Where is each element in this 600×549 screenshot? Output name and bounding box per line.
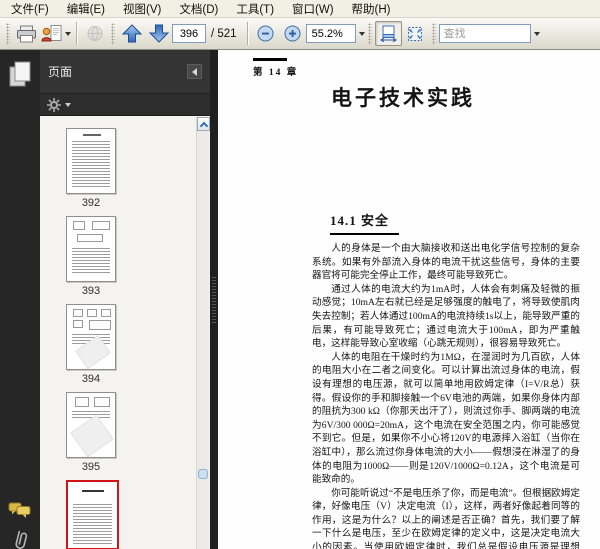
thumbnail-page-394[interactable]: 394	[66, 304, 120, 388]
print-button[interactable]	[13, 21, 40, 46]
menu-document[interactable]: 文档(D)	[170, 0, 227, 19]
page-number-input[interactable]	[172, 24, 206, 43]
menu-help[interactable]: 帮助(H)	[343, 0, 400, 19]
thumbnail-page-396-selected[interactable]	[66, 480, 120, 549]
menu-window[interactable]: 窗口(W)	[283, 0, 343, 19]
body-text-column: 人的身体是一个由大脑接收和送出电化学信号控制的复杂系统。如果有外部流入身体的电流…	[312, 242, 580, 549]
zoom-level-input[interactable]	[305, 24, 356, 43]
thumbnail-label: 394	[81, 373, 101, 385]
page-thumbnails-list: 392 393 394 395	[40, 116, 210, 549]
thumbnail-page-395[interactable]: 395	[66, 392, 120, 476]
speech-bubbles-icon	[8, 502, 31, 518]
chapter-block: 第 14 章	[253, 58, 298, 78]
navigation-tab-strip	[0, 50, 40, 549]
paperclip-icon	[15, 530, 28, 549]
thumbnail-page-393[interactable]: 393	[66, 216, 120, 300]
review-button-disabled	[81, 21, 108, 46]
paragraph: 通过人体的电流大约为1mA时，人体会有刺痛及轻微的振动感觉；10mA左右就已经是…	[312, 283, 580, 350]
thumbnail-image[interactable]	[66, 216, 116, 282]
panel-splitter[interactable]	[210, 50, 218, 549]
search-input[interactable]	[438, 24, 531, 43]
toolbar-separator	[246, 22, 248, 45]
menu-bar: 文件(F) 编辑(E) 视图(V) 文档(D) 工具(T) 窗口(W) 帮助(H…	[0, 0, 600, 18]
scroll-up-button[interactable]	[197, 117, 210, 131]
toolbar-grip[interactable]	[367, 22, 372, 45]
section-heading: 14.1 安全	[330, 210, 400, 235]
thumbnail-label: 395	[81, 461, 101, 473]
menu-view[interactable]: 视图(V)	[114, 0, 170, 19]
pages-panel: 页面 392 393 394 395	[40, 50, 210, 549]
workspace: 页面 392 393 394 395 第 14 章 电子技术实践 14.1 安全…	[0, 50, 600, 549]
toolbar-grip[interactable]	[111, 22, 115, 45]
scroll-mode-button[interactable]	[374, 21, 402, 46]
send-person-page-icon	[41, 25, 62, 42]
document-page: 第 14 章 电子技术实践 14.1 安全 人的身体是一个由大脑接收和送出电化学…	[218, 50, 600, 549]
zoom-out-button[interactable]	[252, 21, 279, 46]
minus-circle-icon	[257, 25, 274, 42]
pages-panel-header: 页面	[40, 50, 210, 94]
thumbnail-image[interactable]	[66, 304, 116, 370]
pdf-reader-window: 文件(F) 编辑(E) 视图(V) 文档(D) 工具(T) 窗口(W) 帮助(H…	[0, 0, 600, 549]
zoom-in-button[interactable]	[279, 21, 306, 46]
stacked-pages-icon	[9, 61, 31, 87]
thumbnails-scrollbar[interactable]	[196, 117, 210, 549]
thumbnail-label: 392	[81, 197, 101, 209]
splitter-grip-icon	[212, 276, 216, 323]
send-collaborate-button[interactable]	[40, 21, 72, 46]
comments-panel-tab[interactable]	[8, 502, 32, 525]
zoom-dropdown-caret[interactable]	[358, 31, 365, 36]
thumbnail-image[interactable]	[66, 128, 116, 194]
attachments-panel-tab[interactable]	[11, 530, 29, 549]
menu-file[interactable]: 文件(F)	[2, 0, 58, 19]
menu-tools[interactable]: 工具(T)	[227, 0, 283, 19]
scrollbar-thumb[interactable]	[198, 469, 208, 479]
fit-page-button[interactable]	[402, 21, 429, 46]
toolbar: / 521	[0, 18, 600, 50]
toolbar-separator	[76, 22, 77, 45]
collapse-panel-button[interactable]	[187, 64, 202, 79]
chapter-title: 电子技术实践	[331, 86, 475, 110]
pages-panel-toolbar	[40, 94, 210, 116]
toolbar-grip[interactable]	[6, 22, 10, 45]
globe-icon	[87, 26, 102, 41]
paragraph: 人体的电阻在干燥时约为1MΩ，在湿润时为几百欧，人体的电阻大小在二者之间变化。可…	[312, 351, 580, 486]
dashed-box-arrows-icon	[408, 26, 423, 41]
pages-panel-tab[interactable]	[8, 60, 33, 93]
chapter-rule	[253, 58, 287, 61]
send-dropdown-caret[interactable]	[65, 31, 71, 36]
paragraph: 人的身体是一个由大脑接收和送出电化学信号控制的复杂系统。如果有外部流入身体的电流…	[312, 243, 580, 282]
page-with-arrows-icon	[379, 25, 397, 42]
options-dropdown-caret[interactable]	[65, 102, 71, 107]
thumbnail-image-selected[interactable]	[66, 480, 119, 549]
toolbar-grip[interactable]	[431, 22, 436, 45]
left-triangle-icon	[192, 67, 197, 76]
chevron-up-icon	[199, 121, 208, 130]
thumbnail-page-392[interactable]: 392	[66, 128, 120, 212]
previous-page-button[interactable]	[118, 21, 145, 46]
printer-icon	[17, 25, 36, 42]
page-total-label: / 521	[211, 27, 237, 40]
arrow-up-icon	[121, 24, 142, 43]
search-dropdown-caret[interactable]	[533, 31, 540, 36]
pages-panel-title: 页面	[48, 65, 73, 79]
next-page-button[interactable]	[145, 21, 172, 46]
thumbnail-image[interactable]	[66, 392, 116, 458]
thumbnail-label: 393	[81, 285, 101, 297]
gear-icon[interactable]	[47, 97, 61, 112]
chapter-label: 第 14 章	[253, 68, 299, 78]
plus-circle-icon	[284, 25, 301, 42]
paragraph: 你可能听说过“不是电压杀了你，而是电流”。但根据欧姆定律，好像电压（V）决定电流…	[312, 487, 580, 549]
menu-edit[interactable]: 编辑(E)	[58, 0, 114, 19]
arrow-down-icon	[148, 24, 169, 43]
